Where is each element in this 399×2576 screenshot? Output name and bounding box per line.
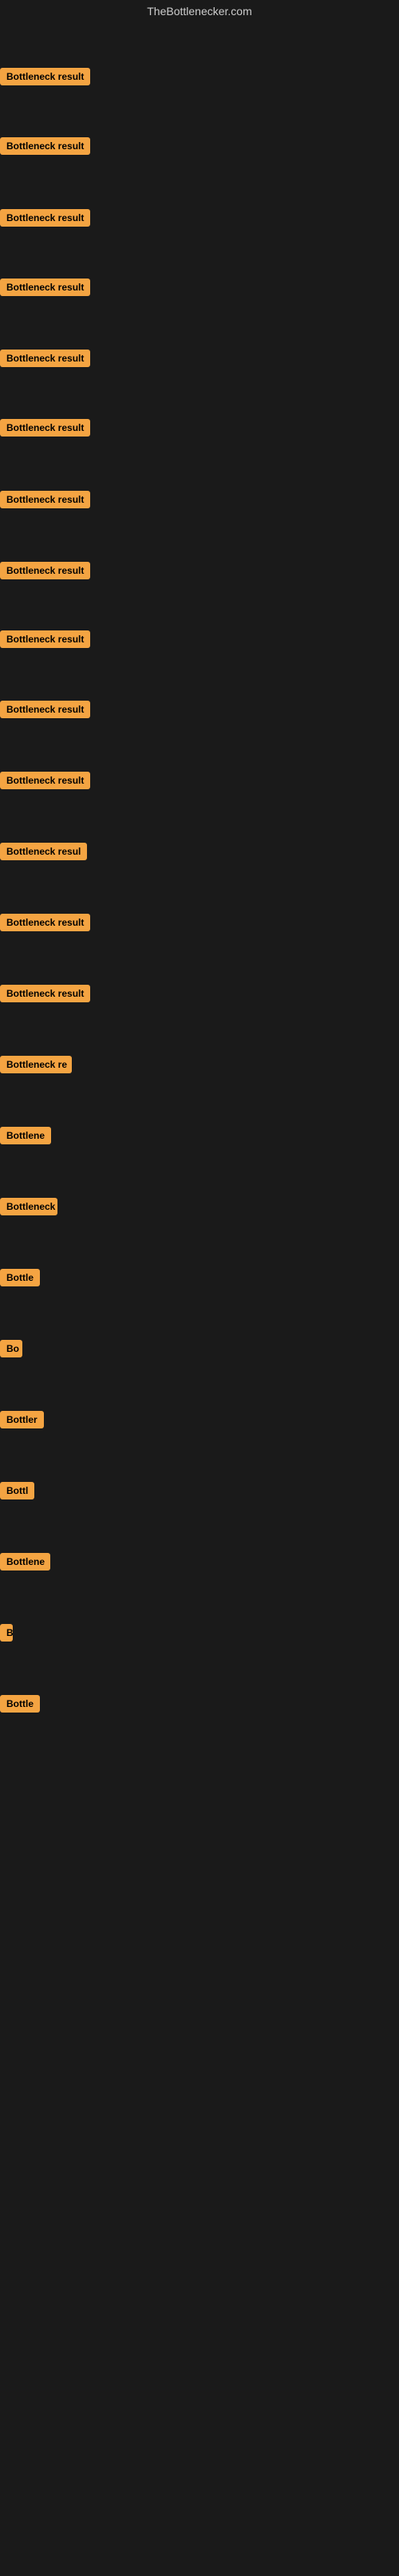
bottleneck-badge-22[interactable]: Bottlene bbox=[0, 1553, 50, 1570]
badge-row-15[interactable]: Bottleneck re bbox=[0, 1056, 72, 1077]
bottleneck-badge-1[interactable]: Bottleneck result bbox=[0, 68, 90, 85]
badge-row-3[interactable]: Bottleneck result bbox=[0, 209, 90, 231]
bottleneck-badge-16[interactable]: Bottlene bbox=[0, 1127, 51, 1144]
bottleneck-badge-5[interactable]: Bottleneck result bbox=[0, 350, 90, 367]
bottleneck-badge-24[interactable]: Bottle bbox=[0, 1695, 40, 1713]
badge-row-1[interactable]: Bottleneck result bbox=[0, 68, 90, 89]
badge-row-22[interactable]: Bottlene bbox=[0, 1553, 50, 1574]
bottleneck-badge-14[interactable]: Bottleneck result bbox=[0, 985, 90, 1002]
badge-row-23[interactable]: B bbox=[0, 1624, 13, 1646]
site-title: TheBottlenecker.com bbox=[0, 0, 399, 22]
badge-row-19[interactable]: Bo bbox=[0, 1340, 22, 1361]
bottleneck-badge-20[interactable]: Bottler bbox=[0, 1411, 44, 1428]
bottleneck-badge-8[interactable]: Bottleneck result bbox=[0, 562, 90, 579]
bottleneck-badge-17[interactable]: Bottleneck bbox=[0, 1198, 57, 1215]
badge-row-5[interactable]: Bottleneck result bbox=[0, 350, 90, 371]
bottleneck-badge-10[interactable]: Bottleneck result bbox=[0, 701, 90, 718]
badge-row-12[interactable]: Bottleneck resul bbox=[0, 843, 87, 864]
bottleneck-badge-12[interactable]: Bottleneck resul bbox=[0, 843, 87, 860]
badge-row-20[interactable]: Bottler bbox=[0, 1411, 44, 1432]
badge-row-8[interactable]: Bottleneck result bbox=[0, 562, 90, 583]
bottleneck-badge-19[interactable]: Bo bbox=[0, 1340, 22, 1357]
badge-row-2[interactable]: Bottleneck result bbox=[0, 137, 90, 159]
bottleneck-badge-18[interactable]: Bottle bbox=[0, 1269, 40, 1286]
badge-row-16[interactable]: Bottlene bbox=[0, 1127, 51, 1148]
bottleneck-badge-7[interactable]: Bottleneck result bbox=[0, 491, 90, 508]
badge-row-13[interactable]: Bottleneck result bbox=[0, 914, 90, 935]
bottleneck-badge-9[interactable]: Bottleneck result bbox=[0, 630, 90, 648]
badge-row-17[interactable]: Bottleneck bbox=[0, 1198, 57, 1219]
badge-row-10[interactable]: Bottleneck result bbox=[0, 701, 90, 722]
bottleneck-badge-11[interactable]: Bottleneck result bbox=[0, 772, 90, 789]
bottleneck-badge-6[interactable]: Bottleneck result bbox=[0, 419, 90, 437]
badge-row-7[interactable]: Bottleneck result bbox=[0, 491, 90, 512]
bottleneck-badge-23[interactable]: B bbox=[0, 1624, 13, 1642]
badge-row-4[interactable]: Bottleneck result bbox=[0, 279, 90, 300]
bottleneck-badge-21[interactable]: Bottl bbox=[0, 1482, 34, 1499]
badge-row-11[interactable]: Bottleneck result bbox=[0, 772, 90, 793]
badge-row-14[interactable]: Bottleneck result bbox=[0, 985, 90, 1006]
bottleneck-badge-2[interactable]: Bottleneck result bbox=[0, 137, 90, 155]
badge-row-9[interactable]: Bottleneck result bbox=[0, 630, 90, 652]
badge-row-6[interactable]: Bottleneck result bbox=[0, 419, 90, 441]
bottleneck-badge-4[interactable]: Bottleneck result bbox=[0, 279, 90, 296]
badge-row-21[interactable]: Bottl bbox=[0, 1482, 34, 1503]
badge-row-18[interactable]: Bottle bbox=[0, 1269, 40, 1290]
bottleneck-badge-13[interactable]: Bottleneck result bbox=[0, 914, 90, 931]
bottleneck-badge-3[interactable]: Bottleneck result bbox=[0, 209, 90, 227]
badge-row-24[interactable]: Bottle bbox=[0, 1695, 40, 1717]
bottleneck-badge-15[interactable]: Bottleneck re bbox=[0, 1056, 72, 1073]
